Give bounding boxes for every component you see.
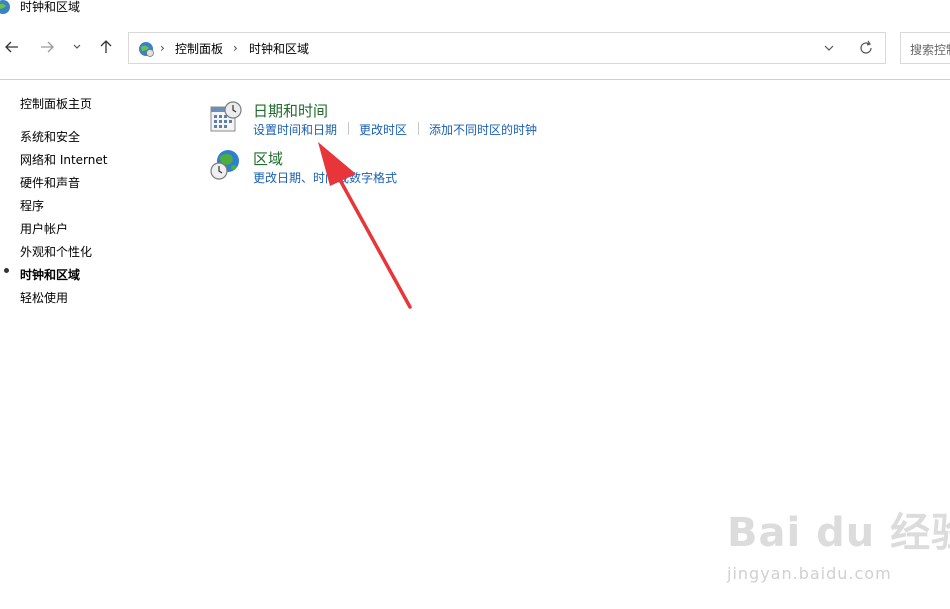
breadcrumb-separator-icon: › [160, 41, 165, 55]
link-add-clocks[interactable]: 添加不同时区的时钟 [429, 121, 537, 138]
globe-clock-icon[interactable] [209, 148, 243, 182]
sidebar-item-clock-region[interactable]: 时钟和区域 [20, 266, 80, 283]
address-dropdown-icon[interactable] [822, 41, 836, 55]
back-button[interactable] [1, 36, 23, 58]
breadcrumb-separator-icon: › [233, 41, 238, 55]
window-title: 时钟和区域 [20, 0, 81, 14]
calendar-clock-icon[interactable] [209, 101, 243, 135]
chevron-down-icon [73, 44, 81, 49]
watermark-url-text: jingyan.baidu.com [727, 564, 892, 583]
back-arrow-icon [5, 41, 18, 53]
title-bar: 时钟和区域 [0, 0, 950, 14]
sidebar-item-user-accounts[interactable]: 用户帐户 [20, 220, 68, 237]
breadcrumb-control-panel[interactable]: 控制面板 [175, 40, 223, 57]
red-arrow-annotation [318, 142, 412, 309]
control-panel-icon [139, 42, 154, 57]
sidebar-item-ease-of-access[interactable]: 轻松使用 [20, 289, 68, 306]
search-placeholder: 搜索控制 [910, 43, 950, 57]
sidebar-item-home[interactable]: 控制面板主页 [20, 95, 92, 112]
control-panel-icon [0, 0, 10, 14]
address-bar[interactable]: › 控制面板 › 时钟和区域 [128, 32, 886, 64]
category-title-date-time[interactable]: 日期和时间 [253, 100, 328, 121]
sidebar-item-network[interactable]: 网络和 Internet [20, 151, 107, 168]
sidebar-item-programs[interactable]: 程序 [20, 197, 44, 214]
forward-button[interactable] [36, 36, 58, 58]
recent-locations-button[interactable] [66, 36, 88, 58]
search-box[interactable]: 搜索控制 [900, 32, 950, 64]
sidebar-item-appearance[interactable]: 外观和个性化 [20, 243, 92, 260]
sidebar-item-system-security[interactable]: 系统和安全 [20, 128, 80, 145]
watermark-logo-text: Bai du 经验 [727, 510, 950, 556]
up-button[interactable] [95, 36, 117, 58]
up-arrow-icon [100, 40, 112, 53]
forward-arrow-icon [41, 41, 54, 53]
header-divider [0, 79, 950, 80]
active-item-bullet [4, 268, 9, 273]
navigation-bar: › 控制面板 › 时钟和区域 搜索控制 [0, 30, 950, 66]
refresh-icon[interactable] [858, 40, 874, 56]
category-title-region[interactable]: 区域 [253, 148, 283, 169]
sidebar-item-hardware-sound[interactable]: 硬件和声音 [20, 174, 80, 191]
breadcrumb-clock-region[interactable]: 时钟和区域 [249, 40, 309, 57]
